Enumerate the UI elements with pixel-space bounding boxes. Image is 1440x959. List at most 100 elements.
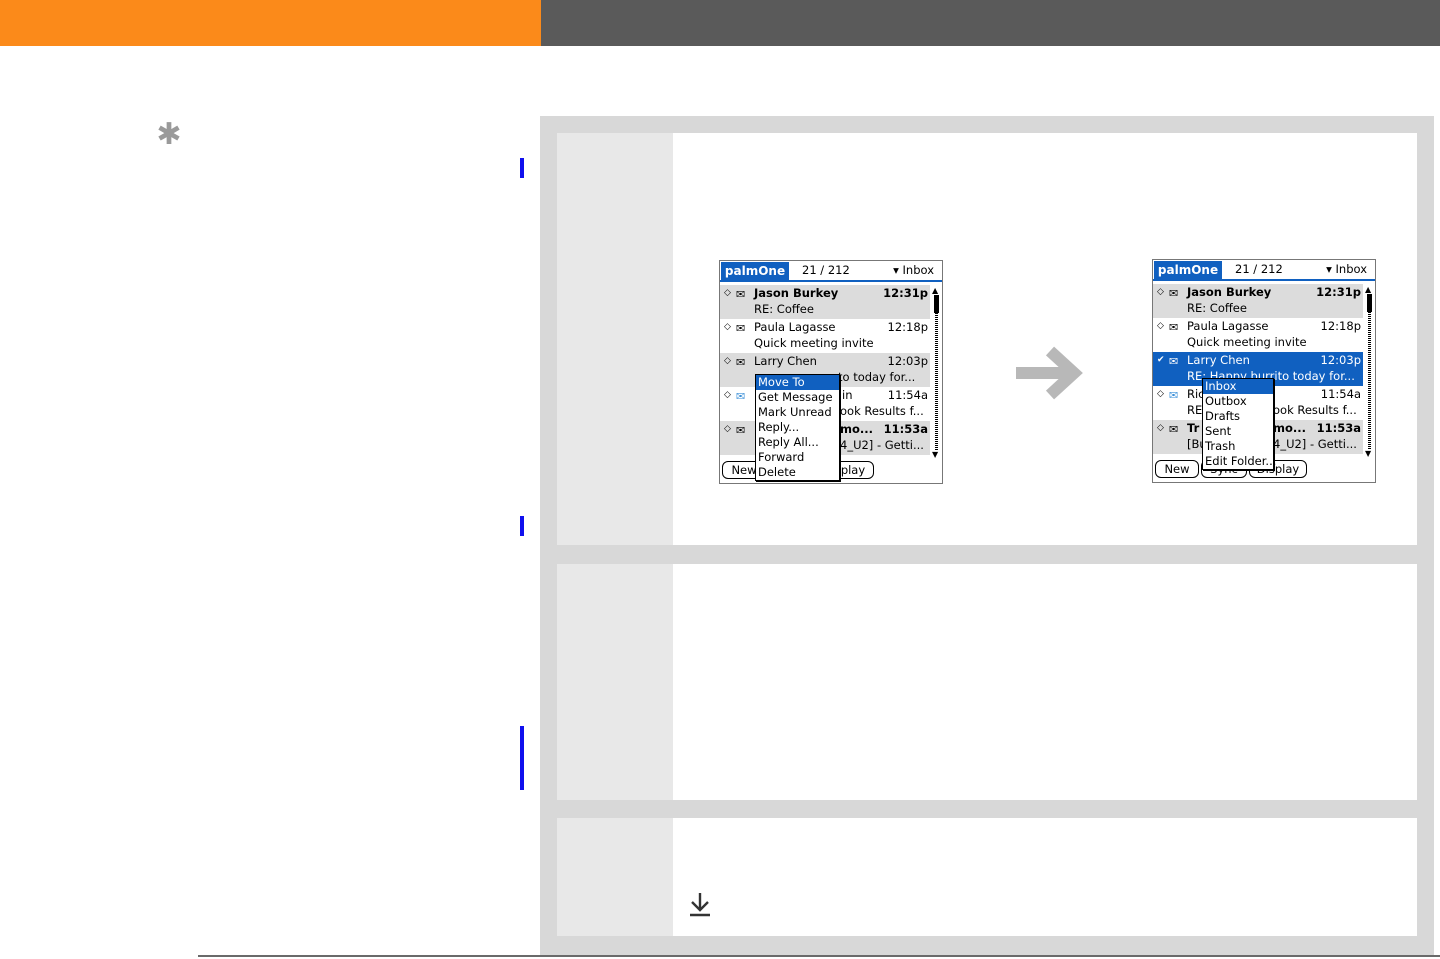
message-time: 12:31p <box>1316 285 1361 299</box>
palm-logo: palmOne <box>721 262 789 280</box>
message-time: 11:54a <box>887 388 928 402</box>
unread-diamond-icon: ◇ <box>1157 389 1164 399</box>
change-bar <box>520 726 524 790</box>
message-sender: Paula Lagasse <box>1187 319 1269 333</box>
palm-title-bar: palmOne 21 / 212 ▾ Inbox <box>1153 260 1375 280</box>
envelope-icon: ✉ <box>736 356 746 369</box>
menu-item-get-message[interactable]: Get Message <box>756 390 839 405</box>
message-subject: Quick meeting invite <box>754 336 874 350</box>
message-time: 11:53a <box>883 422 928 436</box>
scrollbar[interactable]: ▲ ▼ <box>932 287 939 459</box>
message-subject: 4_U2] - Getti... <box>840 438 924 452</box>
menu-item-inbox[interactable]: Inbox <box>1203 379 1273 394</box>
palm-screen-menu: palmOne 21 / 212 ▾ Inbox ◇ ✉ Jason Burke… <box>719 260 943 484</box>
message-count: 21 / 212 <box>1235 262 1283 276</box>
scroll-track <box>1368 294 1371 450</box>
palm-logo: palmOne <box>1154 261 1222 279</box>
unread-diamond-icon: ◇ <box>1157 423 1164 433</box>
menu-item-drafts[interactable]: Drafts <box>1203 409 1273 424</box>
message-row[interactable]: ◇ ✉ Jason Burkey 12:31p RE: Coffee <box>1153 284 1363 318</box>
folder-menu: Inbox Outbox Drafts Sent Trash Edit Fold… <box>1202 378 1276 470</box>
title-rule <box>720 280 942 282</box>
unread-diamond-icon: ◇ <box>724 356 731 366</box>
menu-item-edit-folder[interactable]: Edit Folder... <box>1203 454 1276 469</box>
menu-item-sent[interactable]: Sent <box>1203 424 1273 439</box>
unread-diamond-icon: ◇ <box>1157 287 1164 297</box>
menu-item-outbox[interactable]: Outbox <box>1203 394 1273 409</box>
message-row[interactable]: ◇ ✉ Jason Burkey 12:31p RE: Coffee <box>720 285 930 319</box>
message-sender: Larry Chen <box>754 354 817 368</box>
message-time: 12:31p <box>883 286 928 300</box>
message-time: 12:03p <box>1320 353 1361 367</box>
down-arrow-icon[interactable] <box>688 890 712 918</box>
message-sender: Tr <box>1187 421 1200 435</box>
change-bar <box>520 516 524 536</box>
menu-item-reply-all[interactable]: Reply All... <box>756 435 839 450</box>
step-number-cell <box>557 818 673 936</box>
message-sender: Paula Lagasse <box>754 320 836 334</box>
unread-diamond-icon: ◇ <box>1157 321 1164 331</box>
step-body <box>673 818 1417 936</box>
message-subject: to today for... <box>838 370 916 384</box>
message-sender: in <box>842 388 853 402</box>
envelope-icon: ✉ <box>1169 389 1179 402</box>
message-sender: mo... <box>840 422 873 436</box>
scroll-thumb[interactable] <box>934 295 939 313</box>
menu-item-reply[interactable]: Reply... <box>756 420 839 435</box>
scroll-up-icon[interactable]: ▲ <box>1365 286 1371 294</box>
footer-rule <box>198 955 1440 957</box>
envelope-icon: ✉ <box>1169 287 1179 300</box>
unread-diamond-icon: ◇ <box>724 288 731 298</box>
step-number-cell <box>557 133 673 545</box>
envelope-icon: ✉ <box>1169 355 1179 368</box>
palm-title-bar: palmOne 21 / 212 ▾ Inbox <box>720 261 942 281</box>
step-number-cell <box>557 564 673 800</box>
context-menu: Move To Get Message Mark Unread Reply...… <box>755 374 840 481</box>
right-arrow-icon <box>1016 346 1083 400</box>
asterisk-icon: ✱ <box>156 117 182 152</box>
message-time: 12:18p <box>1320 319 1361 333</box>
message-row[interactable]: ◇ ✉ Paula Lagasse 12:18p Quick meeting i… <box>1153 318 1363 352</box>
message-time: 12:03p <box>887 354 928 368</box>
message-sender: Jason Burkey <box>1187 285 1272 299</box>
message-count: 21 / 212 <box>802 263 850 277</box>
envelope-icon: ✉ <box>736 390 746 403</box>
folder-label: Inbox <box>1335 262 1367 276</box>
message-row[interactable]: ◇ ✉ Paula Lagasse 12:18p Quick meeting i… <box>720 319 930 353</box>
menu-item-move-to[interactable]: Move To <box>756 375 839 390</box>
message-subject: Quick meeting invite <box>1187 335 1307 349</box>
header-gray-bar <box>541 0 1440 46</box>
unread-diamond-icon: ◇ <box>724 322 731 332</box>
scroll-up-icon[interactable]: ▲ <box>932 287 938 295</box>
step-2 <box>557 564 1417 800</box>
title-rule <box>1153 279 1375 281</box>
step-body <box>673 564 1417 800</box>
envelope-icon: ✉ <box>736 288 746 301</box>
menu-item-forward[interactable]: Forward <box>756 450 839 465</box>
scroll-down-icon[interactable]: ▼ <box>932 451 938 459</box>
menu-item-delete[interactable]: Delete <box>756 465 839 480</box>
message-sender-tail: mo... <box>1273 421 1306 435</box>
change-bar <box>520 158 524 178</box>
folder-picker[interactable]: ▾ Inbox <box>893 263 934 277</box>
new-button[interactable]: New <box>1155 460 1199 478</box>
unread-diamond-icon: ◇ <box>724 390 731 400</box>
menu-item-mark-unread[interactable]: Mark Unread <box>756 405 839 420</box>
folder-picker[interactable]: ▾ Inbox <box>1326 262 1367 276</box>
checkmark-icon: ✔ <box>1157 355 1165 365</box>
open-envelope-icon: ✉ <box>736 322 746 335</box>
scrollbar[interactable]: ▲ ▼ <box>1365 286 1372 458</box>
envelope-icon: ✉ <box>1169 423 1179 436</box>
scroll-thumb[interactable] <box>1367 294 1372 312</box>
header-orange-bar <box>0 0 541 46</box>
message-time: 11:53a <box>1316 421 1361 435</box>
folder-label: Inbox <box>902 263 934 277</box>
open-envelope-icon: ✉ <box>1169 321 1179 334</box>
message-time: 11:54a <box>1320 387 1361 401</box>
menu-item-trash[interactable]: Trash <box>1203 439 1273 454</box>
message-subject: ook Results f... <box>840 404 924 418</box>
message-subject-tail: ook Results f... <box>1273 403 1357 417</box>
palm-screen-folders: palmOne 21 / 212 ▾ Inbox ◇ ✉ Jason Burke… <box>1152 259 1376 483</box>
message-subject: RE: Coffee <box>1187 301 1247 315</box>
scroll-down-icon[interactable]: ▼ <box>1365 450 1371 458</box>
